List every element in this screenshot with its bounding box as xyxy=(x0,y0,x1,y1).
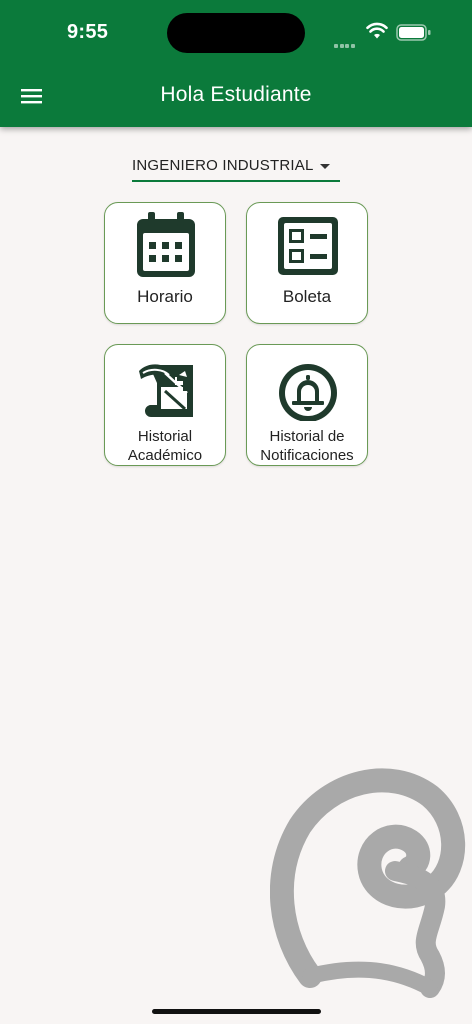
battery-icon xyxy=(396,24,431,41)
home-indicator[interactable] xyxy=(152,1009,321,1014)
wifi-icon xyxy=(366,22,388,39)
page-title: Hola Estudiante xyxy=(160,83,312,106)
boleta-label: Boleta xyxy=(282,287,332,306)
boleta-button[interactable]: Boleta xyxy=(246,202,368,324)
historial-notificaciones-label: Historial de Notificaciones xyxy=(260,428,354,464)
historial-notificaciones-button[interactable]: Historial de Notificaciones xyxy=(246,344,368,466)
calendar-icon xyxy=(137,212,195,277)
historial-academico-button[interactable]: Historial Académico xyxy=(104,344,226,466)
dynamic-island xyxy=(167,13,305,53)
app-bar: 9:55 Hola Estudiante xyxy=(0,0,472,127)
quill-scroll-icon xyxy=(139,364,193,417)
status-time: 9:55 xyxy=(67,21,109,43)
horario-label: Horario xyxy=(137,287,193,306)
swirl-logo xyxy=(270,768,466,998)
career-dropdown-value: INGENIERO INDUSTRIAL xyxy=(132,157,314,174)
horario-button[interactable]: Horario xyxy=(104,202,226,324)
dropdown-arrow-icon xyxy=(320,164,330,169)
bell-icon xyxy=(279,364,337,421)
historial-academico-label: Historial Académico xyxy=(127,428,203,464)
cellular-signal-icon xyxy=(334,35,356,53)
career-dropdown[interactable]: INGENIERO INDUSTRIAL xyxy=(132,152,340,182)
checklist-icon xyxy=(278,217,338,275)
